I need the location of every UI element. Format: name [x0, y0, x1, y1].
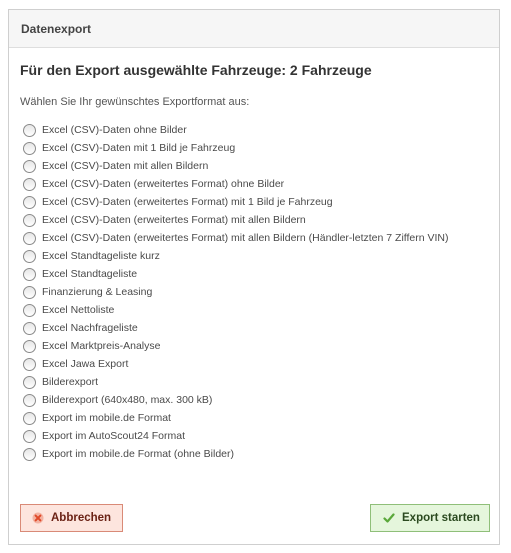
dialog-title: Datenexport	[9, 10, 499, 48]
export-format-option[interactable]: Bilderexport (640x480, max. 300 kB)	[23, 391, 449, 409]
export-format-label: Excel (CSV)-Daten (erweitertes Format) m…	[42, 232, 449, 244]
export-format-option[interactable]: Bilderexport	[23, 373, 449, 391]
export-format-label: Excel (CSV)-Daten ohne Bilder	[42, 124, 187, 136]
export-format-label: Excel (CSV)-Daten mit allen Bildern	[42, 160, 209, 172]
radio-button[interactable]	[23, 303, 36, 317]
export-format-label: Export im mobile.de Format	[42, 412, 171, 424]
radio-button[interactable]	[23, 249, 36, 263]
export-format-label: Bilderexport (640x480, max. 300 kB)	[42, 394, 213, 406]
x-icon	[32, 512, 44, 524]
export-format-option[interactable]: Excel (CSV)-Daten (erweitertes Format) m…	[23, 229, 449, 247]
radio-button[interactable]	[23, 339, 36, 353]
format-instruction: Wählen Sie Ihr gewünschtes Exportformat …	[20, 96, 250, 108]
export-format-option[interactable]: Excel (CSV)-Daten (erweitertes Format) m…	[23, 193, 449, 211]
radio-button[interactable]	[23, 195, 36, 209]
radio-button[interactable]	[23, 123, 36, 137]
export-format-label: Export im mobile.de Format (ohne Bilder)	[42, 448, 234, 460]
radio-button[interactable]	[23, 213, 36, 227]
export-format-label: Excel (CSV)-Daten (erweitertes Format) m…	[42, 214, 306, 226]
radio-button[interactable]	[23, 357, 36, 371]
export-format-label: Excel (CSV)-Daten (erweitertes Format) o…	[42, 178, 285, 190]
export-format-label: Excel Standtageliste kurz	[42, 250, 160, 262]
export-format-option[interactable]: Excel Jawa Export	[23, 355, 449, 373]
export-format-label: Excel Marktpreis-Analyse	[42, 340, 161, 352]
export-format-option[interactable]: Finanzierung & Leasing	[23, 283, 449, 301]
radio-button[interactable]	[23, 267, 36, 281]
export-format-option[interactable]: Excel (CSV)-Daten mit allen Bildern	[23, 157, 449, 175]
checkmark-icon	[383, 512, 395, 524]
radio-button[interactable]	[23, 159, 36, 173]
radio-button[interactable]	[23, 375, 36, 389]
radio-button[interactable]	[23, 321, 36, 335]
radio-button[interactable]	[23, 177, 36, 191]
export-format-option[interactable]: Excel Standtageliste kurz	[23, 247, 449, 265]
export-format-label: Excel Nachfrageliste	[42, 322, 138, 334]
radio-button[interactable]	[23, 411, 36, 425]
export-format-label: Finanzierung & Leasing	[42, 286, 153, 298]
export-format-label: Excel Jawa Export	[42, 358, 129, 370]
export-format-option[interactable]: Excel Nachfrageliste	[23, 319, 449, 337]
cancel-button-label: Abbrechen	[51, 512, 112, 524]
export-format-option[interactable]: Excel (CSV)-Daten (erweitertes Format) o…	[23, 175, 449, 193]
radio-button[interactable]	[23, 393, 36, 407]
export-format-option[interactable]: Excel Marktpreis-Analyse	[23, 337, 449, 355]
export-format-option[interactable]: Export im mobile.de Format (ohne Bilder)	[23, 445, 449, 463]
radio-button[interactable]	[23, 447, 36, 461]
export-start-button[interactable]: Export starten	[370, 504, 490, 532]
export-format-label: Export im AutoScout24 Format	[42, 430, 185, 442]
export-format-label: Excel (CSV)-Daten mit 1 Bild je Fahrzeug	[42, 142, 236, 154]
radio-button[interactable]	[23, 141, 36, 155]
export-format-option[interactable]: Excel (CSV)-Daten (erweitertes Format) m…	[23, 211, 449, 229]
export-format-label: Excel Standtageliste	[42, 268, 138, 280]
export-format-label: Bilderexport	[42, 376, 99, 388]
export-format-label: Excel Nettoliste	[42, 304, 115, 316]
export-format-option[interactable]: Excel (CSV)-Daten ohne Bilder	[23, 121, 449, 139]
export-dialog: Datenexport Für den Export ausgewählte F…	[8, 9, 500, 545]
export-format-list: Excel (CSV)-Daten ohne Bilder Excel (CSV)…	[23, 121, 449, 463]
radio-button[interactable]	[23, 429, 36, 443]
export-format-option[interactable]: Export im AutoScout24 Format	[23, 427, 449, 445]
cancel-button[interactable]: Abbrechen	[20, 504, 123, 532]
radio-button[interactable]	[23, 285, 36, 299]
selected-vehicles-heading: Für den Export ausgewählte Fahrzeuge: 2 …	[20, 62, 372, 78]
export-format-option[interactable]: Excel Standtageliste	[23, 265, 449, 283]
export-format-option[interactable]: Export im mobile.de Format	[23, 409, 449, 427]
export-format-option[interactable]: Excel (CSV)-Daten mit 1 Bild je Fahrzeug	[23, 139, 449, 157]
export-format-label: Excel (CSV)-Daten (erweitertes Format) m…	[42, 196, 333, 208]
radio-button[interactable]	[23, 231, 36, 245]
export-format-option[interactable]: Excel Nettoliste	[23, 301, 449, 319]
export-button-label: Export starten	[402, 512, 480, 524]
